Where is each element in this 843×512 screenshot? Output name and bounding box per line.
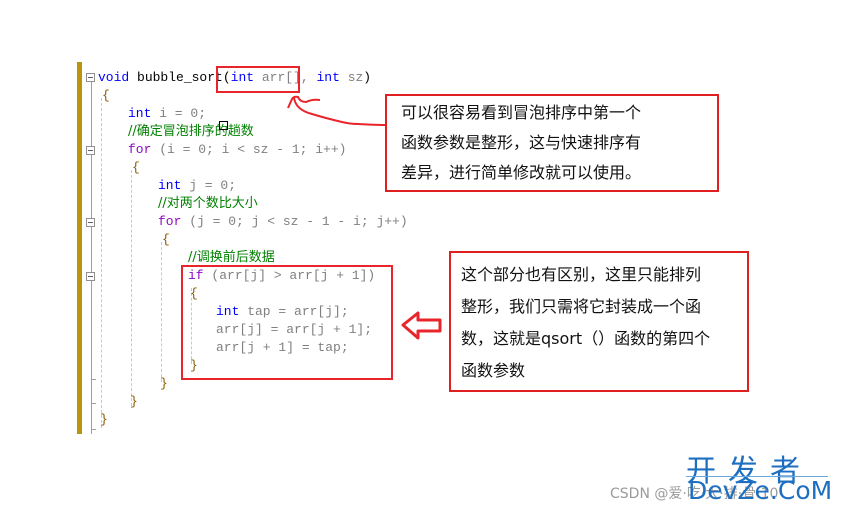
note-text: 这个部分也有区别，这里只能排列 — [461, 265, 702, 284]
note-text: 函数参数是整形，这与快速排序有 — [401, 133, 642, 152]
note-text: 可以很容易看到冒泡排序中第一个 — [401, 103, 642, 122]
note-text: 整形，我们只需将它封装成一个函 — [461, 297, 702, 316]
note-text: 差异，进行简单修改就可以使用。 — [401, 163, 642, 182]
left-arrow-icon — [401, 311, 442, 340]
note-box-bottom: 这个部分也有区别，这里只能排列 整形，我们只需将它封装成一个函 数，这就是qso… — [449, 251, 749, 392]
note-text: 函数参数 — [461, 361, 526, 380]
note-box-top: 可以很容易看到冒泡排序中第一个 函数参数是整形，这与快速排序有 差异，进行简单修… — [385, 94, 719, 192]
hand-drawn-arrow — [287, 95, 387, 126]
devze-watermark-en: DevZe.CoM — [688, 476, 833, 505]
note-text: 数，这就是qsort（）函数的第四个 — [461, 329, 711, 348]
